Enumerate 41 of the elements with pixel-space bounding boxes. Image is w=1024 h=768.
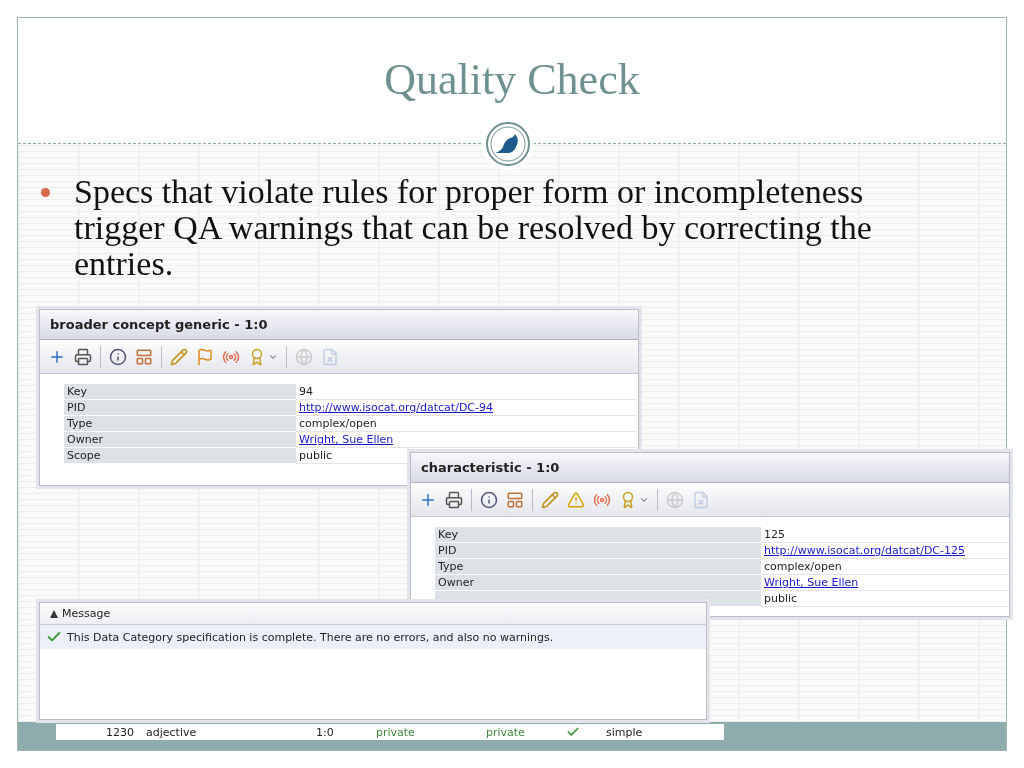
field-link[interactable]: http://www.isocat.org/datcat/DC-94 [299,401,493,414]
warning-icon[interactable] [567,490,585,509]
field-link[interactable]: Wright, Sue Ellen [764,576,859,589]
table-cell-text: 1230 [106,725,135,739]
field-value: complex/open [299,417,377,430]
message-text: This Data Category specification is complete. There are no errors, and also no warnings. [67,630,554,644]
table-cell-text: private [376,725,416,739]
field-label: Scope [64,448,296,464]
field-label: Type [64,416,296,432]
pencil-icon[interactable] [541,490,559,509]
bullet-icon [41,188,50,197]
field-label: Owner [64,432,296,448]
layout-icon[interactable] [135,347,153,366]
field-label: Type [435,559,761,575]
layout-icon[interactable] [506,490,524,509]
info-icon[interactable] [109,347,127,366]
table-cell-text: 1:0 [316,725,335,739]
field-label: PID [64,400,296,416]
field-value: 125 [764,528,785,541]
field-value: 94 [299,385,313,398]
pencil-icon[interactable] [170,347,188,366]
info-icon[interactable] [480,490,498,509]
field-link[interactable]: Wright, Sue Ellen [299,433,394,446]
table-cell-text: adjective [146,725,198,739]
slide-title: Quality Check [384,54,640,105]
column-header[interactable]: Message [40,603,706,625]
field-label: Key [435,527,761,543]
window-title: characteristic - 1:0 [411,453,1009,483]
field-label: PID [435,543,761,559]
field-value: public [299,449,333,462]
print-icon[interactable] [445,490,463,509]
field-value: public [764,592,798,605]
field-label: Key [64,384,296,400]
flag-icon[interactable] [196,347,214,366]
field-label: Owner [435,575,761,591]
window-title: broader concept generic - 1:0 [40,310,638,340]
table-cell-text: private [486,725,526,739]
bullet-text: Specs that violate rules for proper form or incompleteness trigger QA warnings that can be resolved by correcting the entries. [74,173,872,282]
print-icon[interactable] [74,347,92,366]
field-value: complex/open [764,560,842,573]
table-cell-text: simple [606,725,644,739]
